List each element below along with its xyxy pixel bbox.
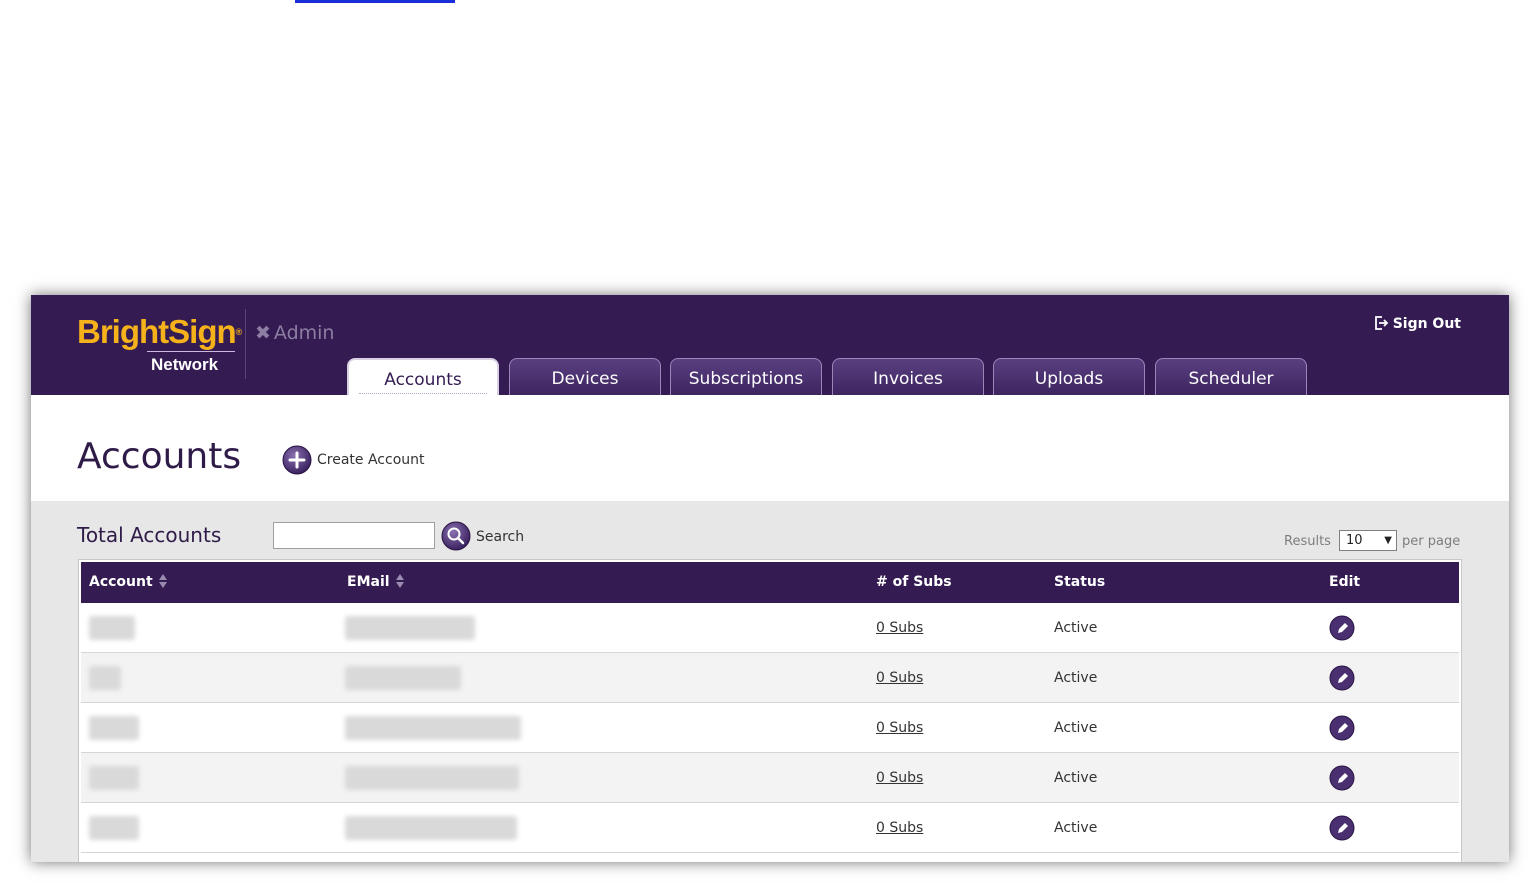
redacted-email (345, 816, 517, 840)
column-label: Account (89, 574, 153, 590)
column-header-status: Status (1054, 574, 1106, 590)
subs-link[interactable]: 0 Subs (876, 620, 923, 636)
status-text: Active (1054, 770, 1098, 786)
content-area: Total Accounts Search Results 10 ▼ per p… (31, 501, 1509, 862)
tab-label: Subscriptions (688, 369, 804, 389)
search-input[interactable] (273, 522, 435, 549)
sign-out-label: Sign Out (1392, 316, 1461, 332)
subs-link[interactable]: 0 Subs (876, 670, 923, 686)
title-band: Accounts Create Account (31, 395, 1509, 501)
sort-icon[interactable] (395, 573, 405, 589)
tab-label: Devices (551, 369, 619, 389)
accounts-table: Account EMail # of Subs Status Edit 0 Su… (78, 559, 1462, 862)
logo-sub-text: Network (151, 355, 219, 374)
top-link-underline (295, 0, 455, 3)
tab-label: Uploads (1034, 369, 1104, 389)
admin-text: Admin (273, 322, 335, 344)
app-window: BrightSign® Network ✖ Admin Sign Out Acco… (31, 295, 1509, 862)
logo-divider (245, 309, 246, 379)
logo-trademark: ® (235, 327, 243, 337)
redacted-account (89, 816, 139, 840)
tab-devices[interactable]: Devices (509, 358, 661, 395)
tab-scheduler[interactable]: Scheduler (1155, 358, 1307, 395)
tab-invoices[interactable]: Invoices (832, 358, 984, 395)
per-page-value: 10 (1346, 533, 1363, 548)
plus-circle-icon (282, 445, 312, 475)
tab-accounts[interactable]: Accounts (347, 358, 499, 395)
status-text: Active (1054, 720, 1098, 736)
status-text: Active (1054, 820, 1098, 836)
page-title: Accounts (77, 436, 242, 477)
table-header: Account EMail # of Subs Status Edit (81, 562, 1459, 603)
column-header-edit: Edit (1329, 574, 1361, 590)
edit-pencil-icon[interactable] (1329, 665, 1355, 691)
edit-pencil-icon[interactable] (1329, 815, 1355, 841)
tab-uploads[interactable]: Uploads (993, 358, 1145, 395)
column-header-subs: # of Subs (876, 574, 952, 590)
total-accounts-label: Total Accounts (77, 523, 222, 547)
redacted-email (345, 766, 519, 790)
admin-label: ✖ Admin (255, 321, 334, 345)
redacted-email (345, 616, 475, 640)
search-icon (441, 521, 471, 551)
column-header-account[interactable]: Account (89, 573, 168, 591)
tab-label: Accounts (384, 370, 462, 390)
sort-icon[interactable] (158, 573, 168, 589)
redacted-account (89, 766, 139, 790)
table-row: 0 Subs Active (81, 653, 1459, 703)
create-account-label: Create Account (317, 452, 425, 468)
tools-icon: ✖ (255, 322, 271, 344)
brightsign-network-logo[interactable]: BrightSign® Network (77, 313, 247, 379)
sign-out-button[interactable]: Sign Out (1373, 315, 1461, 333)
redacted-account (89, 716, 139, 740)
table-row: 0 Subs Active (81, 603, 1459, 653)
table-row: 0 Subs Active (81, 703, 1459, 753)
chevron-down-icon: ▼ (1384, 535, 1392, 546)
table-row: 0 Subs Active (81, 803, 1459, 853)
search-label: Search (476, 529, 525, 545)
redacted-account (89, 666, 121, 690)
tab-active-underline (359, 393, 487, 394)
column-header-email[interactable]: EMail (347, 573, 405, 591)
edit-pencil-icon[interactable] (1329, 615, 1355, 641)
edit-pencil-icon[interactable] (1329, 765, 1355, 791)
status-text: Active (1054, 670, 1098, 686)
subs-link[interactable]: 0 Subs (876, 720, 923, 736)
header-bar: BrightSign® Network ✖ Admin Sign Out Acco… (31, 295, 1509, 395)
column-label: EMail (347, 574, 390, 590)
tab-label: Scheduler (1188, 369, 1274, 389)
per-page-select[interactable]: 10 ▼ (1339, 530, 1397, 551)
sign-out-icon (1374, 316, 1388, 330)
redacted-account (89, 616, 135, 640)
per-page-label: per page (1402, 534, 1461, 549)
table-row: 0 Subs Active (81, 753, 1459, 803)
redacted-email (345, 716, 521, 740)
status-text: Active (1054, 620, 1098, 636)
subs-link[interactable]: 0 Subs (876, 770, 923, 786)
subs-link[interactable]: 0 Subs (876, 820, 923, 836)
results-label: Results (1284, 534, 1331, 549)
tab-label: Invoices (873, 369, 943, 389)
redacted-email (345, 666, 461, 690)
edit-pencil-icon[interactable] (1329, 715, 1355, 741)
logo-main-text: BrightSign (77, 313, 237, 350)
logo-rule (147, 351, 235, 352)
tab-subscriptions[interactable]: Subscriptions (670, 358, 822, 395)
